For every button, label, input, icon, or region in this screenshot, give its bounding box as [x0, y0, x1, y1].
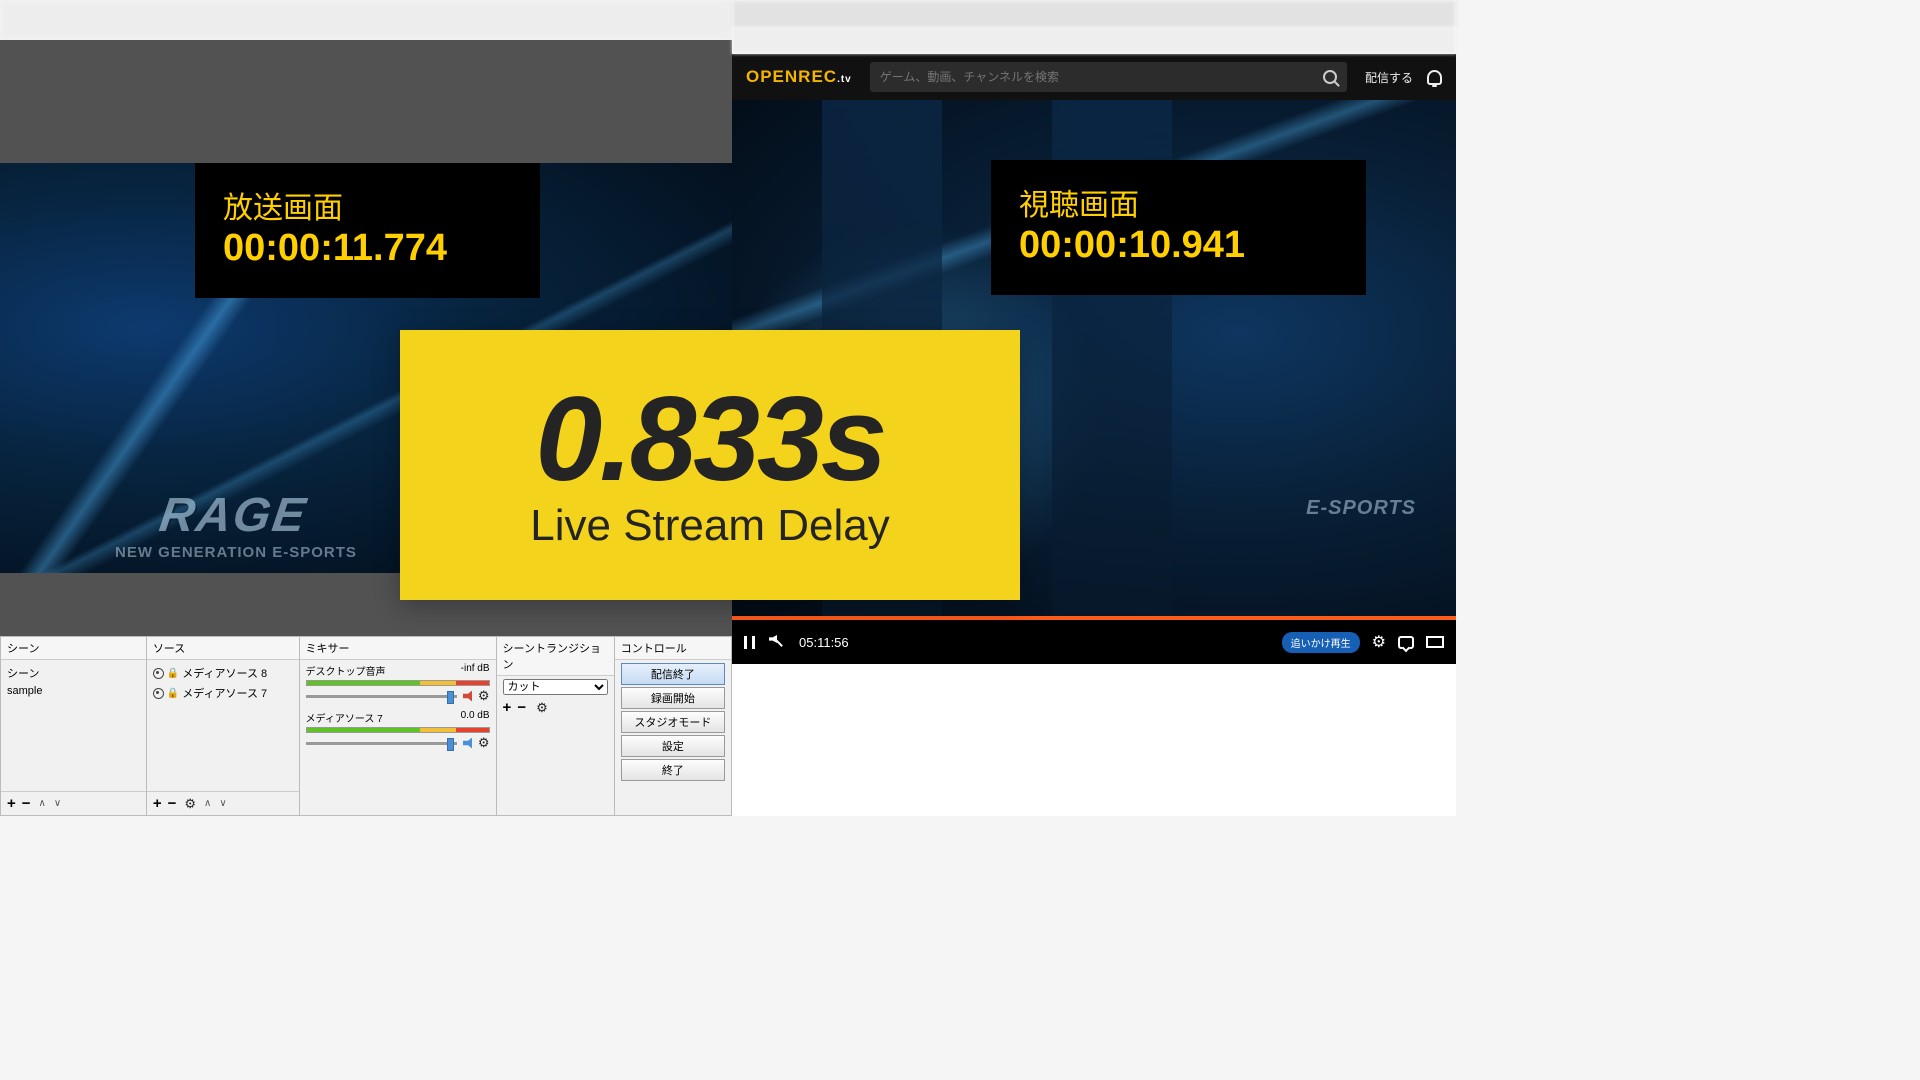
viewer-label: 視聴画面 — [1019, 180, 1338, 224]
sources-panel: ソース 🔒 メディアソース 8 🔒 メディアソース 7 +− ⚙ ∧ ∨ — [146, 636, 299, 816]
transition-settings-button[interactable]: ⚙ — [536, 700, 548, 716]
sources-footer: +− ⚙ ∧ ∨ — [147, 791, 299, 815]
broadcast-label: 放送画面 — [223, 183, 512, 227]
scene-remove-button[interactable]: − — [22, 795, 31, 812]
mixer-settings-button[interactable]: ⚙ — [478, 735, 490, 751]
source-remove-button[interactable]: − — [168, 795, 177, 812]
viewer-time: 00:00:10.941 — [1019, 224, 1338, 267]
transitions-title: シーントランジション — [497, 637, 614, 676]
obs-panels: シーン シーン sample +− ∧ ∨ ソース 🔒 メディアソース 8 — [0, 636, 732, 816]
mixer-title: ミキサー — [300, 637, 496, 660]
audio-meter — [306, 727, 490, 733]
mixer-item: デスクトップ音声 -inf dB ⚙ — [306, 663, 490, 704]
settings-button[interactable]: 設定 — [621, 735, 725, 757]
search-icon[interactable] — [1323, 70, 1337, 84]
studio-mode-button[interactable]: スタジオモード — [621, 711, 725, 733]
source-up-button[interactable]: ∧ — [204, 798, 211, 809]
lock-icon[interactable]: 🔒 — [167, 688, 179, 699]
chase-play-button[interactable]: 追いかけ再生 — [1282, 632, 1360, 653]
delay-caption: Live Stream Delay — [530, 501, 889, 551]
viewer-timer-box: 視聴画面 00:00:10.941 — [991, 160, 1366, 295]
source-name: メディアソース 7 — [182, 685, 267, 701]
exit-button[interactable]: 終了 — [621, 759, 725, 781]
mixer-panel: ミキサー デスクトップ音声 -inf dB ⚙ メデ — [299, 636, 496, 816]
scene-item[interactable]: sample — [7, 683, 140, 699]
visibility-icon[interactable] — [153, 668, 164, 679]
scene-up-button[interactable]: ∧ — [39, 798, 46, 809]
controls-panel: コントロール 配信終了 録画開始 スタジオモード 設定 終了 — [614, 636, 732, 816]
pause-icon[interactable] — [744, 636, 755, 649]
visibility-icon[interactable] — [153, 688, 164, 699]
transition-remove-button[interactable]: − — [517, 699, 526, 716]
mixer-item: メディアソース 7 0.0 dB ⚙ — [306, 710, 490, 751]
player-time: 05:11:56 — [799, 635, 849, 650]
scene-add-button[interactable]: + — [7, 795, 16, 812]
transition-add-button[interactable]: + — [503, 699, 512, 716]
source-row[interactable]: 🔒 メディアソース 8 — [153, 663, 293, 683]
broadcast-time: 00:00:11.774 — [223, 227, 512, 270]
source-row[interactable]: 🔒 メディアソース 7 — [153, 683, 293, 703]
mute-icon[interactable] — [463, 691, 476, 702]
mixer-settings-button[interactable]: ⚙ — [478, 688, 490, 704]
browser-tabbar[interactable] — [732, 0, 1456, 28]
audio-meter — [306, 680, 490, 686]
search-input[interactable] — [880, 70, 1323, 84]
comment-icon[interactable] — [1398, 636, 1414, 649]
broadcast-timer-box: 放送画面 00:00:11.774 — [195, 163, 540, 298]
source-settings-button[interactable]: ⚙ — [184, 796, 196, 812]
openrec-logo-tv: .tv — [837, 74, 852, 85]
sources-title: ソース — [147, 637, 299, 660]
openrec-logo-text: OPENREC — [746, 67, 837, 86]
delay-overlay: 0.833s Live Stream Delay — [400, 330, 1020, 600]
browser-urlbar[interactable] — [732, 28, 1456, 54]
rage-subtitle: NEW GENERATION E-SPORTS — [115, 544, 357, 561]
openrec-header: OPENREC.tv 配信する — [732, 54, 1456, 100]
search-box[interactable] — [870, 62, 1347, 92]
rage-subtitle-right: E-SPORTS — [1306, 497, 1416, 520]
transition-select[interactable]: カット — [503, 679, 608, 695]
openrec-logo[interactable]: OPENREC.tv — [746, 67, 852, 87]
controls-title: コントロール — [615, 637, 731, 660]
scene-down-button[interactable]: ∨ — [54, 798, 61, 809]
player-controls: 05:11:56 追いかけ再生 ⚙ — [732, 620, 1456, 664]
start-recording-button[interactable]: 録画開始 — [621, 687, 725, 709]
player-settings-icon[interactable]: ⚙ — [1372, 632, 1386, 652]
rage-logo: RAGE — [156, 488, 310, 543]
speaker-icon[interactable] — [463, 738, 476, 749]
delay-value: 0.833s — [535, 379, 884, 499]
source-name: メディアソース 8 — [182, 665, 267, 681]
lock-icon[interactable]: 🔒 — [167, 668, 179, 679]
scenes-title: シーン — [1, 637, 146, 660]
source-down-button[interactable]: ∨ — [219, 798, 226, 809]
volume-slider[interactable] — [306, 742, 457, 745]
obs-titlebar-blur — [0, 0, 732, 40]
stream-link[interactable]: 配信する — [1365, 69, 1413, 86]
scene-header: シーン — [7, 663, 140, 683]
scenes-footer: +− ∧ ∨ — [1, 791, 146, 815]
mixer-db: 0.0 dB — [461, 710, 490, 725]
transitions-panel: シーントランジション カット +− ⚙ — [496, 636, 614, 816]
mixer-db: -inf dB — [461, 663, 490, 678]
volume-slider[interactable] — [306, 695, 457, 698]
scenes-panel: シーン シーン sample +− ∧ ∨ — [0, 636, 146, 816]
bell-icon[interactable] — [1427, 70, 1442, 85]
source-add-button[interactable]: + — [153, 795, 162, 812]
mixer-name: メディアソース 7 — [306, 710, 383, 725]
stop-streaming-button[interactable]: 配信終了 — [621, 663, 725, 685]
mixer-name: デスクトップ音声 — [306, 663, 386, 678]
mute-icon[interactable] — [769, 635, 785, 649]
theater-icon[interactable] — [1426, 636, 1444, 648]
